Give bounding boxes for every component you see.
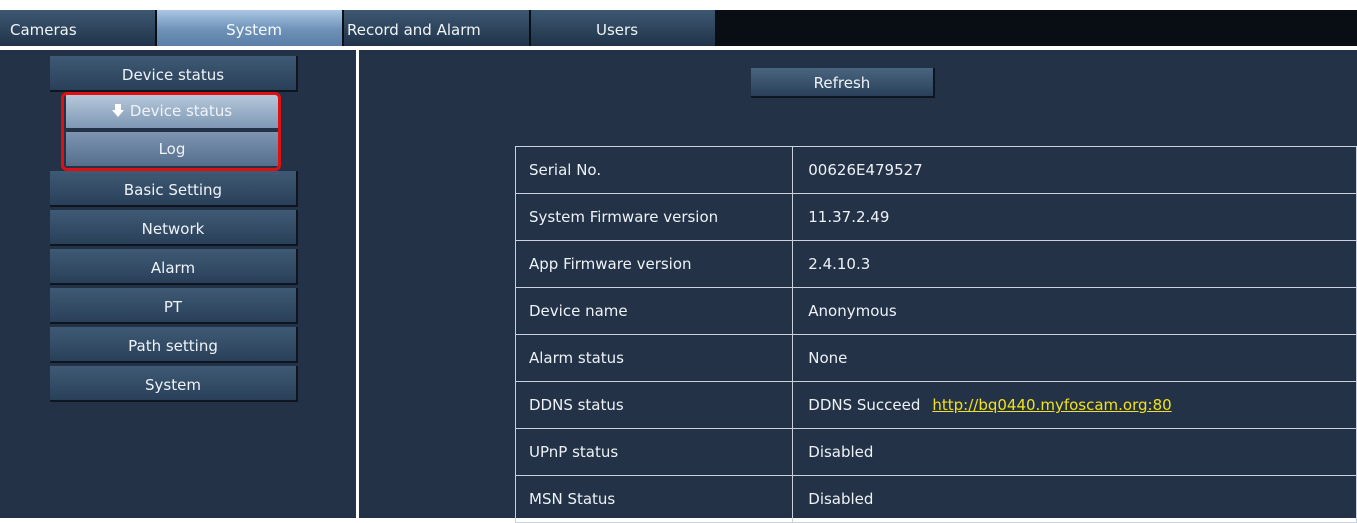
submenu-item-label: Device status <box>129 102 233 120</box>
row-value-ddns: DDNS Succeed http://bq0440.myfoscam.org:8… <box>792 381 1357 429</box>
row-value: None <box>792 334 1357 382</box>
down-arrow-icon <box>111 95 124 129</box>
sidebar-item-network[interactable]: Network <box>50 210 298 246</box>
table-row: Device name Anonymous <box>514 287 1357 335</box>
row-label: DDNS status <box>514 381 794 429</box>
row-value: Disabled <box>792 475 1357 523</box>
sidebar-item-system[interactable]: System <box>50 366 298 402</box>
refresh-button[interactable]: Refresh <box>751 68 935 98</box>
table-row: Serial No. 00626E479527 <box>514 146 1357 194</box>
row-label: System Firmware version <box>514 193 794 241</box>
main-panel: Refresh Serial No. 00626E479527 System F… <box>359 50 1357 523</box>
table-row: App Firmware version 2.4.10.3 <box>514 240 1357 288</box>
tab-cameras[interactable]: Cameras <box>0 10 157 46</box>
row-label: Alarm status <box>514 334 794 382</box>
submenu-item-log[interactable]: Log <box>66 132 278 166</box>
row-value: Anonymous <box>792 287 1357 335</box>
device-status-table: Serial No. 00626E479527 System Firmware … <box>514 146 1357 523</box>
top-tab-bar: Cameras System Record and Alarm Users <box>0 10 1357 46</box>
row-value: 2.4.10.3 <box>792 240 1357 288</box>
sidebar-item-pt[interactable]: PT <box>50 288 298 324</box>
row-label: Device name <box>514 287 794 335</box>
sidebar-item-device-status[interactable]: Device status <box>50 56 298 92</box>
tab-system[interactable]: System <box>157 10 344 46</box>
sidebar-item-basic-setting[interactable]: Basic Setting <box>50 171 298 207</box>
submenu-item-device-status[interactable]: Device status <box>66 94 278 128</box>
table-row: UPnP status Disabled <box>514 428 1357 476</box>
ddns-status-text: DDNS Succeed <box>808 396 921 414</box>
row-value: 11.37.2.49 <box>792 193 1357 241</box>
row-label: MSN Status <box>514 475 794 523</box>
tab-record-and-alarm[interactable]: Record and Alarm <box>344 10 531 46</box>
table-row: System Firmware version 11.37.2.49 <box>514 193 1357 241</box>
row-label: UPnP status <box>514 428 794 476</box>
table-row: DDNS status DDNS Succeed http://bq0440.my… <box>514 381 1357 429</box>
tab-users[interactable]: Users <box>531 10 717 46</box>
sidebar-item-alarm[interactable]: Alarm <box>50 249 298 285</box>
row-label: Serial No. <box>514 146 794 194</box>
row-value: Disabled <box>792 428 1357 476</box>
tab-bar-filler <box>717 10 1357 46</box>
row-label: App Firmware version <box>514 240 794 288</box>
row-value: 00626E479527 <box>792 146 1357 194</box>
table-row: Alarm status None <box>514 334 1357 382</box>
sidebar-item-path-setting[interactable]: Path setting <box>50 327 298 363</box>
ddns-url-link[interactable]: http://bq0440.myfoscam.org:80 <box>932 396 1171 414</box>
sidebar: Device status Device status Log Basic Se… <box>0 50 356 518</box>
table-row: MSN Status Disabled <box>514 475 1357 523</box>
